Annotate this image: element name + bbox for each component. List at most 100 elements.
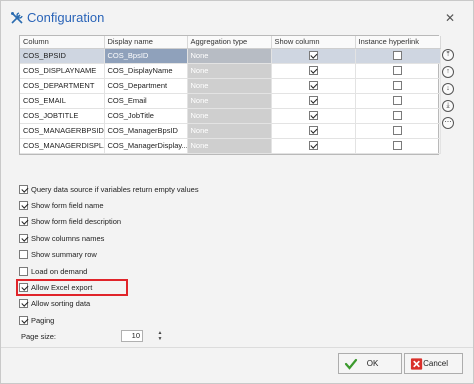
instance-hyperlink-checkbox[interactable] [393,81,402,91]
option-label: Load on demand [31,266,88,276]
option-checkbox[interactable] [19,217,28,227]
show-column-checkbox[interactable] [308,126,318,136]
instance-hyperlink-checkbox[interactable] [393,111,402,121]
cell-aggregation-type[interactable]: None [187,78,272,94]
option-checkbox[interactable] [19,250,28,260]
cell-show-column [271,48,356,64]
move-up-icon[interactable]: ↑ [442,66,454,78]
cell-display-name[interactable]: COS_ManagerBpsID [104,123,188,139]
column-header-show-column[interactable]: Show column [271,36,356,49]
move-down-icon[interactable]: ↓ [442,83,454,95]
option-checkbox[interactable] [19,184,28,194]
option-row[interactable]: Show form field name [19,197,319,213]
cell-instance-hyperlink [355,123,441,139]
show-column-checkbox[interactable] [308,111,318,121]
option-label: Show form field name [31,201,104,211]
option-row[interactable]: Show form field description [19,214,319,230]
table-row[interactable]: COS_DEPARTMENT COS_Department None [20,78,441,94]
cancel-button-label: Cancel [423,359,448,368]
cell-column[interactable]: COS_BPSID [20,48,105,64]
option-label: Allow sorting data [31,299,91,309]
cell-column[interactable]: COS_EMAIL [20,93,105,109]
cell-instance-hyperlink [355,48,441,64]
show-column-checkbox[interactable] [308,51,318,61]
ok-button[interactable]: OK [338,353,402,374]
instance-hyperlink-checkbox[interactable] [393,51,402,61]
cell-aggregation-type[interactable]: None [187,63,272,79]
table-row[interactable]: COS_MANAGERBPSID COS_ManagerBpsID None [20,123,441,139]
options-list: Query data source if variables return em… [19,181,319,329]
footer-divider [1,347,473,348]
option-row[interactable]: Load on demand [19,263,319,279]
spin-down-icon[interactable]: ▼ [156,336,164,342]
show-column-checkbox[interactable] [308,66,318,76]
cell-aggregation-type[interactable]: None [187,93,272,109]
cancel-button[interactable]: Cancel [404,353,463,374]
move-top-icon[interactable]: ⤒ [442,49,454,61]
column-header-instance-hyperlink[interactable]: Instance hyperlink [355,36,441,49]
excel-export-highlight [16,279,128,296]
cell-column[interactable]: COS_DEPARTMENT [20,78,105,94]
table-row[interactable]: COS_EMAIL COS_Email None [20,93,441,109]
show-column-checkbox[interactable] [308,141,318,151]
table-row[interactable]: COS_DISPLAYNAME COS_DisplayName None [20,63,441,79]
cell-instance-hyperlink [355,108,441,124]
cell-aggregation-type[interactable]: None [187,138,272,154]
option-row[interactable]: Allow sorting data [19,296,319,312]
configuration-dialog: Configuration ✕ Column Display name Aggr… [0,0,474,384]
cell-aggregation-type[interactable]: None [187,123,272,139]
cell-column[interactable]: COS_DISPLAYNAME [20,63,105,79]
title-bar: Configuration ✕ [1,1,473,34]
move-bottom-icon[interactable]: ⤓ [442,100,454,112]
cell-display-name[interactable]: COS_JobTitle [104,108,188,124]
option-label: Show summary row [31,250,97,260]
tools-icon [11,12,23,24]
cell-aggregation-type[interactable]: None [187,108,272,124]
option-row[interactable]: Paging [19,312,319,328]
checkmark-icon [344,358,358,370]
option-checkbox[interactable] [19,315,28,325]
cell-display-name[interactable]: COS_ManagerDisplay... [104,138,188,154]
option-row[interactable]: Show summary row [19,247,319,263]
cell-display-name[interactable]: COS_DisplayName [104,63,188,79]
column-header-display-name[interactable]: Display name [104,36,188,49]
cell-column[interactable]: COS_MANAGERDISPL... [20,138,105,154]
page-size-row: Page size: 10 ▲ ▼ [21,330,162,342]
table-row[interactable]: COS_JOBTITLE COS_JobTitle None [20,108,441,124]
page-size-label: Page size: [21,331,57,341]
cell-show-column [271,108,356,124]
option-label: Show columns names [31,233,105,243]
option-checkbox[interactable] [19,299,28,309]
show-column-checkbox[interactable] [308,81,318,91]
cell-instance-hyperlink [355,138,441,154]
show-column-checkbox[interactable] [308,96,318,106]
close-button[interactable]: ✕ [441,9,459,27]
table-row[interactable]: COS_BPSID COS_BpsID None [20,48,441,64]
option-row[interactable]: Show columns names [19,230,319,246]
instance-hyperlink-checkbox[interactable] [393,141,402,151]
cell-display-name[interactable]: COS_Department [104,78,188,94]
option-checkbox[interactable] [19,201,28,211]
cell-show-column [271,78,356,94]
instance-hyperlink-checkbox[interactable] [393,96,402,106]
option-checkbox[interactable] [19,266,28,276]
cell-instance-hyperlink [355,93,441,109]
cell-display-name[interactable]: COS_BpsID [104,48,188,64]
page-size-input[interactable]: 10 [121,330,143,342]
instance-hyperlink-checkbox[interactable] [393,126,402,136]
cell-instance-hyperlink [355,63,441,79]
page-size-spinner[interactable]: ▲ ▼ [156,330,164,342]
cell-aggregation-type[interactable]: None [187,48,272,64]
table-row[interactable]: COS_MANAGERDISPL... COS_ManagerDisplay...… [20,138,441,154]
columns-grid[interactable]: Column Display name Aggregation type Sho… [19,35,441,155]
instance-hyperlink-checkbox[interactable] [393,66,402,76]
dialog-title: Configuration [27,10,105,25]
column-header-aggregation-type[interactable]: Aggregation type [187,36,272,49]
cell-display-name[interactable]: COS_Email [104,93,188,109]
column-header-column[interactable]: Column [20,36,105,49]
cell-column[interactable]: COS_MANAGERBPSID [20,123,105,139]
cell-column[interactable]: COS_JOBTITLE [20,108,105,124]
option-row[interactable]: Query data source if variables return em… [19,181,319,197]
option-checkbox[interactable] [19,233,28,243]
more-icon[interactable]: ⋯ [442,117,454,129]
